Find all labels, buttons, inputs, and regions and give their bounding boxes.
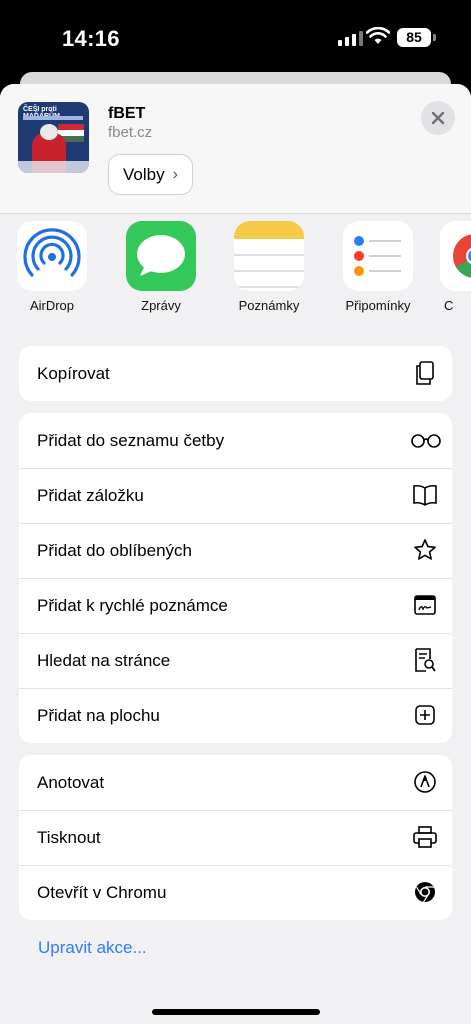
thumbnail-subtitle-bar (23, 116, 83, 120)
cellular-signal-icon (338, 30, 363, 46)
action-label: Přidat do oblíbených (37, 540, 192, 560)
share-sheet: ČEŠI proti MAĎARŮM fBET fbet.cz Volby › (0, 84, 471, 1024)
action-label: Přidat do seznamu četby (37, 430, 225, 450)
chrome-small-icon (412, 879, 438, 905)
messages-icon (126, 221, 196, 291)
chrome-icon (440, 221, 471, 291)
action-label: Otevřít v Chromu (37, 882, 167, 902)
action-label: Přidat záložku (37, 485, 144, 505)
app-reminders[interactable]: Připomínky (333, 221, 423, 313)
share-header: ČEŠI proti MAĎARŮM fBET fbet.cz Volby › (0, 84, 471, 214)
status-bar: 14:16 85 (0, 0, 471, 72)
action-group-more: Anotovat Tisknout Otevřít v Chromu (19, 755, 452, 920)
action-copy[interactable]: Kopírovat (19, 346, 452, 401)
app-label: AirDrop (29, 298, 75, 313)
app-notes[interactable]: Poznámky (224, 221, 314, 313)
edit-actions-link[interactable]: Upravit akce... (38, 938, 147, 958)
app-label: Připomínky (345, 298, 411, 313)
ice-shape (18, 161, 89, 173)
battery-indicator: 85 (397, 28, 436, 47)
action-group-page: Přidat do seznamu četby Přidat záložku P… (19, 413, 452, 743)
page-thumbnail: ČEŠI proti MAĎARŮM (18, 102, 89, 173)
helmet-shape (40, 124, 58, 140)
action-group-copy: Kopírovat (19, 346, 452, 401)
app-chrome[interactable]: C (440, 221, 471, 313)
action-add-favorites[interactable]: Přidat do oblíbených (19, 523, 452, 578)
action-label: Přidat k rychlé poznámce (37, 595, 228, 615)
notes-icon (234, 221, 304, 291)
action-label: Anotovat (37, 772, 105, 792)
share-title: fBET (108, 105, 146, 122)
quick-note-icon (412, 592, 438, 618)
copy-icon (412, 360, 438, 386)
app-label: Zprávy (141, 298, 181, 313)
app-label: C (444, 298, 454, 313)
action-print[interactable]: Tisknout (19, 810, 452, 865)
close-icon (431, 111, 445, 125)
close-button[interactable] (421, 101, 455, 135)
markup-icon (412, 769, 438, 795)
share-url: fbet.cz (108, 124, 153, 141)
action-reading-list[interactable]: Přidat do seznamu četby (19, 413, 452, 468)
app-label: Poznámky (238, 298, 300, 313)
action-label: Přidat na plochu (37, 705, 160, 725)
action-markup[interactable]: Anotovat (19, 755, 452, 810)
status-time: 14:16 (62, 26, 120, 51)
share-apps-row: AirDrop Zprávy Poznámky Připomínky C (0, 221, 471, 321)
options-label: Volby (123, 164, 165, 184)
glasses-icon (410, 427, 442, 453)
action-open-chrome[interactable]: Otevřít v Chromu (19, 865, 452, 920)
find-on-page-icon (412, 647, 438, 673)
action-label: Hledat na stránce (37, 650, 171, 670)
action-quick-note[interactable]: Přidat k rychlé poznámce (19, 578, 452, 633)
book-icon (412, 482, 438, 508)
action-label: Tisknout (37, 827, 101, 847)
action-add-bookmark[interactable]: Přidat záložku (19, 468, 452, 523)
app-messages[interactable]: Zprávy (116, 221, 206, 313)
action-find-on-page[interactable]: Hledat na stránce (19, 633, 452, 688)
wifi-icon (366, 27, 390, 44)
star-icon (412, 537, 438, 563)
add-square-icon (412, 702, 438, 728)
app-airdrop[interactable]: AirDrop (7, 221, 97, 313)
chevron-right-icon: › (172, 165, 178, 183)
action-add-to-home[interactable]: Přidat na plochu (19, 688, 452, 743)
options-button[interactable]: Volby › (108, 154, 193, 195)
reminders-icon (343, 221, 413, 291)
airdrop-icon (17, 221, 87, 291)
home-indicator (152, 1009, 320, 1015)
printer-icon (412, 824, 438, 850)
action-label: Kopírovat (37, 363, 110, 383)
